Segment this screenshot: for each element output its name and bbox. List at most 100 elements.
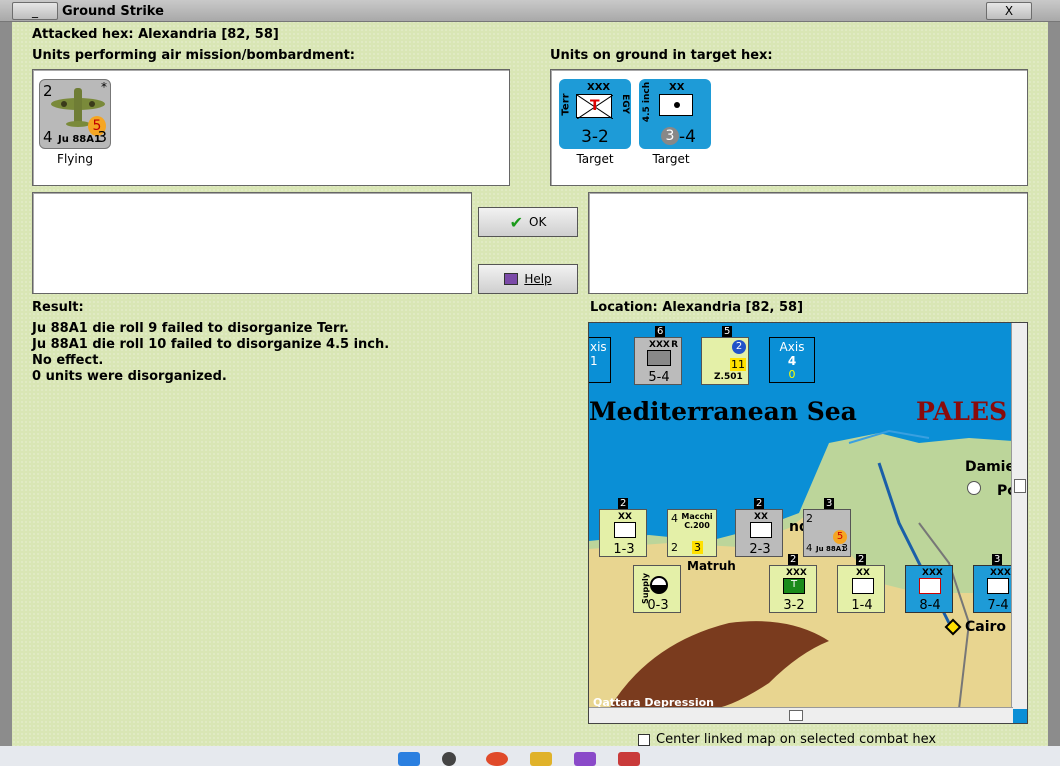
ground-unit-symbol: T	[590, 98, 600, 114]
start-icon[interactable]	[398, 752, 420, 766]
counter-bottom-left: 4	[806, 543, 813, 554]
ground-unit-counter[interactable]: XXX Terr EGY T 3-2	[559, 79, 631, 149]
vertical-scroll-thumb[interactable]	[1014, 479, 1026, 493]
map-counter[interactable]: 4 Macchi C.200 2 3	[667, 509, 717, 557]
app-icon[interactable]	[618, 752, 640, 766]
defender-detail-panel	[588, 192, 1028, 294]
counter-value: 1-3	[613, 542, 635, 557]
window-title: Ground Strike	[62, 4, 164, 19]
map-counter[interactable]: 2 XXX T 3-2	[769, 554, 817, 613]
artillery-unit-size: XX	[669, 82, 685, 93]
map-counter[interactable]: 2 XX 1-3	[599, 498, 647, 557]
close-button[interactable]: X	[986, 2, 1032, 20]
linked-map[interactable]: xis 1 6 XXX R 5-4 5 2 11 Z.501 Axis 4 0 …	[588, 322, 1028, 724]
counter-top: 2	[754, 498, 765, 509]
counter-symbol: T	[790, 579, 798, 590]
axis-counter-title: Axis	[779, 340, 805, 354]
help-book-icon	[504, 273, 519, 285]
air-unit-bottom-left: 4	[43, 128, 53, 146]
counter-value: 0-3	[647, 598, 669, 613]
checkmark-icon: ✔	[509, 212, 524, 232]
counter-value: 3-2	[783, 598, 805, 613]
map-vertical-scrollbar[interactable]	[1011, 323, 1027, 709]
counter-left: 2	[671, 541, 678, 554]
infantry-unit-icon	[987, 578, 1009, 594]
counter-value: 2-3	[749, 542, 771, 557]
counter-top: 5	[722, 326, 733, 337]
center-map-option[interactable]: Center linked map on selected combat hex	[638, 732, 936, 747]
place-label: Damie	[965, 459, 1015, 475]
counter-top-left: 2	[806, 512, 813, 525]
counter-value: 8-4	[919, 598, 941, 613]
horizontal-scroll-thumb[interactable]	[789, 710, 803, 721]
air-units-heading: Units performing air mission/bombardment…	[32, 48, 356, 63]
air-units-panel: 2 * 5 4 Ju 88A1 3 Flying	[32, 69, 510, 186]
artillery-unit-side-left: 4.5 inch	[642, 81, 653, 123]
counter-name: Z.501	[714, 372, 743, 382]
ground-units-panel: XXX Terr EGY T 3-2 Target XX 4.5 inch 3 …	[550, 69, 1028, 186]
attacked-hex-label: Attacked hex: Alexandria [82, 58]	[32, 27, 279, 42]
ground-unit-size: XXX	[587, 82, 611, 93]
map-counter[interactable]: XXX 8-4	[905, 565, 953, 613]
counter-top: 6	[655, 326, 666, 337]
center-map-checkbox[interactable]	[638, 733, 650, 746]
ground-unit-value: 3-2	[581, 127, 609, 147]
axis-counter[interactable]: Axis 4 0	[769, 337, 815, 383]
territorial-unit-icon: T	[783, 578, 805, 594]
counter-extra: R	[671, 340, 678, 350]
center-map-label: Center linked map on selected combat hex	[656, 732, 937, 747]
artillery-unit-counter[interactable]: XX 4.5 inch 3 -4	[639, 79, 711, 149]
place-label: Matruh	[687, 559, 736, 573]
map-counter[interactable]: 2 XX 1-4	[837, 554, 885, 613]
port-marker-icon	[967, 481, 981, 495]
ground-units-heading: Units on ground in target hex:	[550, 48, 773, 63]
artillery-unit-badge: 3	[661, 127, 679, 145]
axis-counter-left[interactable]: xis 1	[589, 337, 611, 383]
air-unit-counter[interactable]: 2 * 5 4 Ju 88A1 3	[39, 79, 111, 149]
left-counter-count: 1	[590, 354, 598, 368]
counter-value: 3	[692, 541, 703, 554]
map-counter[interactable]: 5 2 11 Z.501	[701, 326, 749, 385]
sea-label: Mediterranean Sea	[589, 397, 857, 426]
app-icon[interactable]	[574, 752, 596, 766]
map-counter[interactable]: 6 XXX R 5-4	[634, 326, 682, 385]
air-unit-name: Ju 88A1	[58, 134, 101, 145]
attacker-detail-panel	[32, 192, 472, 294]
location-label: Location: Alexandria [82, 58]	[590, 300, 804, 315]
result-heading: Result:	[32, 300, 84, 315]
ok-button[interactable]: ✔ OK	[478, 207, 578, 237]
counter-size: XX	[618, 512, 632, 522]
counter-bottom-right: 3	[841, 543, 848, 554]
region-label: PALES	[916, 397, 1008, 426]
counter-size: XXX	[649, 340, 670, 350]
map-counter[interactable]: 3 2 5 4 Ju 88A1 3	[803, 498, 851, 557]
counter-top: 3	[992, 554, 1003, 565]
counter-badge: 5	[833, 530, 847, 544]
chrome-icon[interactable]	[486, 752, 508, 766]
armor-unit-icon	[919, 578, 941, 594]
ok-button-label: OK	[529, 215, 547, 229]
result-line: No effect.	[32, 353, 104, 368]
folder-icon[interactable]	[530, 752, 552, 766]
minimize-button[interactable]: _	[12, 2, 58, 20]
map-counter[interactable]: 2 XX 2-3	[735, 498, 783, 557]
counter-top: 2	[618, 498, 629, 509]
counter-name: Macchi C.200	[681, 512, 713, 530]
counter-size: XX	[754, 512, 768, 522]
map-horizontal-scrollbar[interactable]	[589, 707, 1013, 723]
infantry-unit-icon	[852, 578, 874, 594]
help-button-label: Help	[524, 272, 552, 286]
supply-icon	[650, 576, 668, 594]
artillery-unit-caption: Target	[652, 152, 690, 166]
map-counter[interactable]: Supply 0-3	[633, 565, 681, 613]
search-icon[interactable]	[442, 752, 456, 766]
counter-value: 5-4	[648, 370, 670, 385]
counter-size: XXX	[922, 568, 943, 578]
taskbar	[0, 746, 1060, 766]
air-unit-caption: Flying	[57, 152, 93, 166]
counter-size: XXX	[990, 568, 1011, 578]
air-unit-bottom-right: 3	[97, 128, 107, 146]
counter-badge: 2	[732, 340, 746, 354]
counter-top: 2	[856, 554, 867, 565]
help-button[interactable]: Help	[478, 264, 578, 294]
